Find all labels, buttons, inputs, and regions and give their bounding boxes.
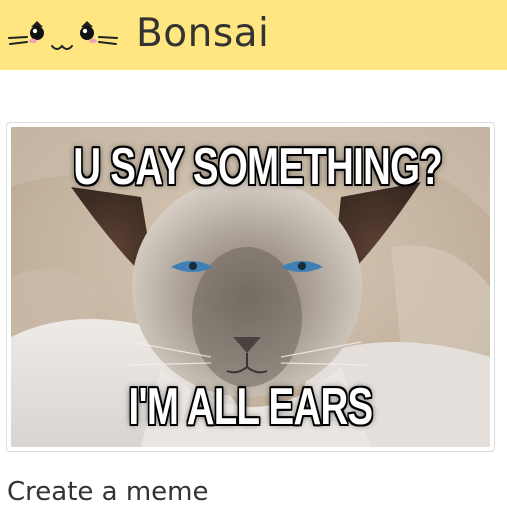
page: Bonsai U SAY SOMETHING? I'M ALL EARS Cre… bbox=[0, 0, 507, 507]
app-header: Bonsai bbox=[0, 0, 507, 70]
meme-top-caption: U SAY SOMETHING? bbox=[73, 138, 443, 196]
kawaii-cat-face-icon[interactable] bbox=[7, 13, 119, 57]
meme-image[interactable]: U SAY SOMETHING? I'M ALL EARS bbox=[11, 127, 490, 447]
meme-card[interactable]: U SAY SOMETHING? I'M ALL EARS bbox=[6, 122, 495, 452]
create-meme-link[interactable]: Create a meme bbox=[7, 474, 209, 507]
meme-bottom-caption: I'M ALL EARS bbox=[128, 378, 374, 436]
app-brand-title[interactable]: Bonsai bbox=[136, 8, 269, 60]
